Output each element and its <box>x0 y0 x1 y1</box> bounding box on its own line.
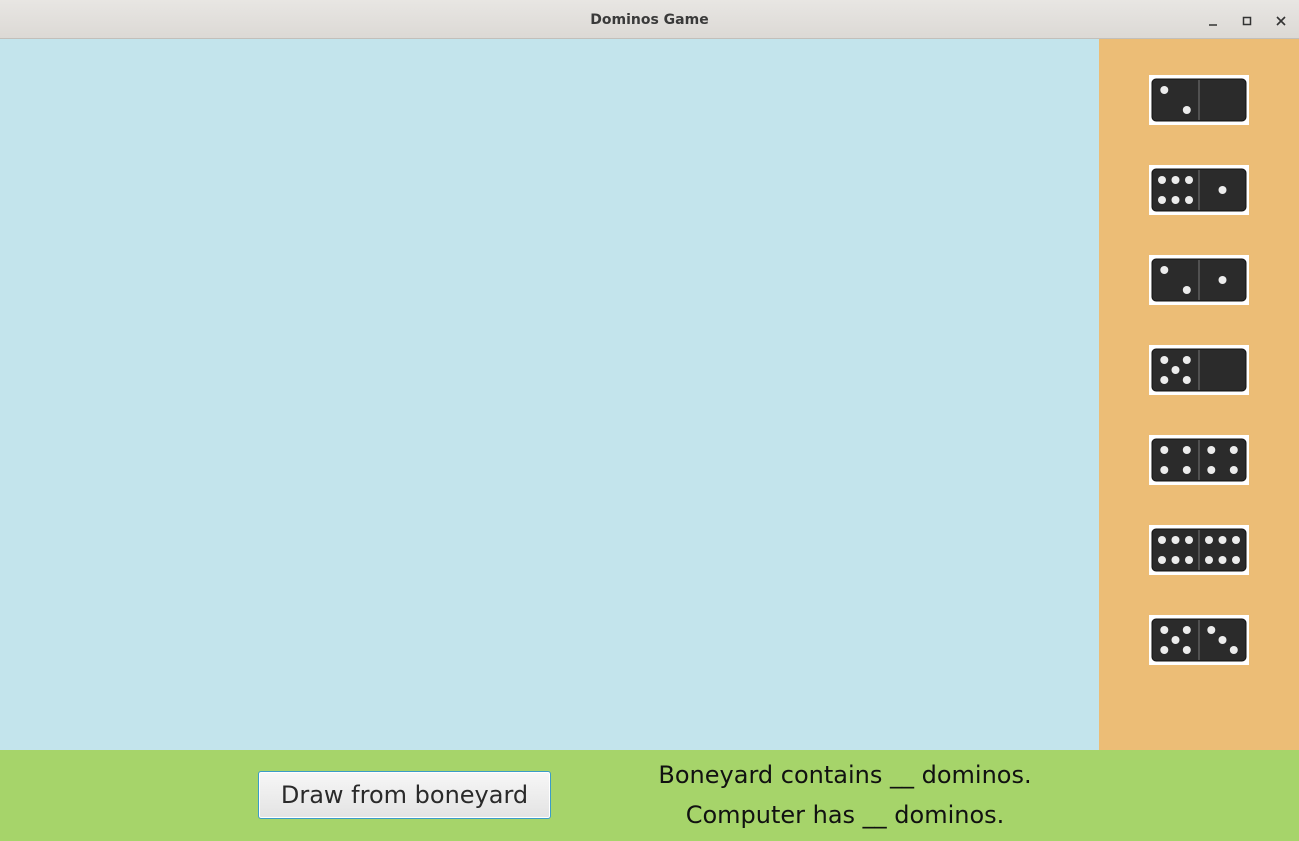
window-title: Dominos Game <box>590 12 709 28</box>
domino-pip <box>1158 196 1166 204</box>
domino-pip <box>1158 536 1166 544</box>
domino-pip <box>1160 356 1169 364</box>
domino-pip <box>1160 446 1169 454</box>
domino-tile[interactable] <box>1149 615 1249 665</box>
domino-pip <box>1160 266 1169 274</box>
domino-pip <box>1182 376 1191 384</box>
domino-pip <box>1158 176 1166 184</box>
domino-pip <box>1160 376 1169 384</box>
play-board[interactable] <box>0 39 1099 750</box>
domino-pip <box>1158 556 1166 564</box>
title-bar: Dominos Game <box>0 0 1299 39</box>
domino-pip <box>1232 536 1240 544</box>
domino-pip <box>1171 556 1180 564</box>
domino-pip <box>1160 86 1169 94</box>
domino-pip <box>1171 176 1180 184</box>
boneyard-count-label: Boneyard contains __ dominos. <box>658 761 1032 789</box>
domino-pip <box>1229 466 1238 474</box>
domino-pip <box>1207 626 1216 634</box>
close-icon[interactable] <box>1271 9 1291 31</box>
computer-count-label: Computer has __ dominos. <box>685 801 1005 829</box>
domino-pip <box>1218 536 1227 544</box>
domino-pip <box>1229 646 1238 654</box>
domino-pip <box>1205 536 1213 544</box>
domino-tile[interactable] <box>1149 435 1249 485</box>
maximize-icon[interactable] <box>1237 9 1257 31</box>
domino-pip <box>1171 366 1180 374</box>
player-hand-panel <box>1099 39 1299 750</box>
domino-pip <box>1182 286 1191 294</box>
domino-pip <box>1218 276 1227 284</box>
domino-tile[interactable] <box>1149 165 1249 215</box>
domino-pip <box>1218 556 1227 564</box>
domino-pip <box>1232 556 1240 564</box>
domino-pip <box>1229 446 1238 454</box>
domino-tile[interactable] <box>1149 345 1249 395</box>
domino-pip <box>1207 466 1216 474</box>
domino-tile[interactable] <box>1149 525 1249 575</box>
domino-pip <box>1182 356 1191 364</box>
domino-pip <box>1182 626 1191 634</box>
domino-tile[interactable] <box>1149 255 1249 305</box>
minimize-icon[interactable] <box>1203 9 1223 31</box>
domino-pip <box>1171 196 1180 204</box>
domino-pip <box>1185 176 1193 184</box>
domino-pip <box>1171 636 1180 644</box>
domino-pip <box>1182 106 1191 114</box>
bottom-bar: Draw from boneyard Boneyard contains __ … <box>0 750 1299 841</box>
domino-pip <box>1171 536 1180 544</box>
domino-pip <box>1185 556 1193 564</box>
domino-pip <box>1160 466 1169 474</box>
domino-pip <box>1182 646 1191 654</box>
domino-pip <box>1218 186 1227 194</box>
domino-pip <box>1205 556 1213 564</box>
domino-pip <box>1182 466 1191 474</box>
domino-pip <box>1160 626 1169 634</box>
domino-pip <box>1218 636 1227 644</box>
domino-pip <box>1160 646 1169 654</box>
domino-pip <box>1182 446 1191 454</box>
domino-pip <box>1185 196 1193 204</box>
domino-tile[interactable] <box>1149 75 1249 125</box>
domino-pip <box>1185 536 1193 544</box>
domino-pip <box>1207 446 1216 454</box>
draw-from-boneyard-button[interactable]: Draw from boneyard <box>258 771 551 819</box>
